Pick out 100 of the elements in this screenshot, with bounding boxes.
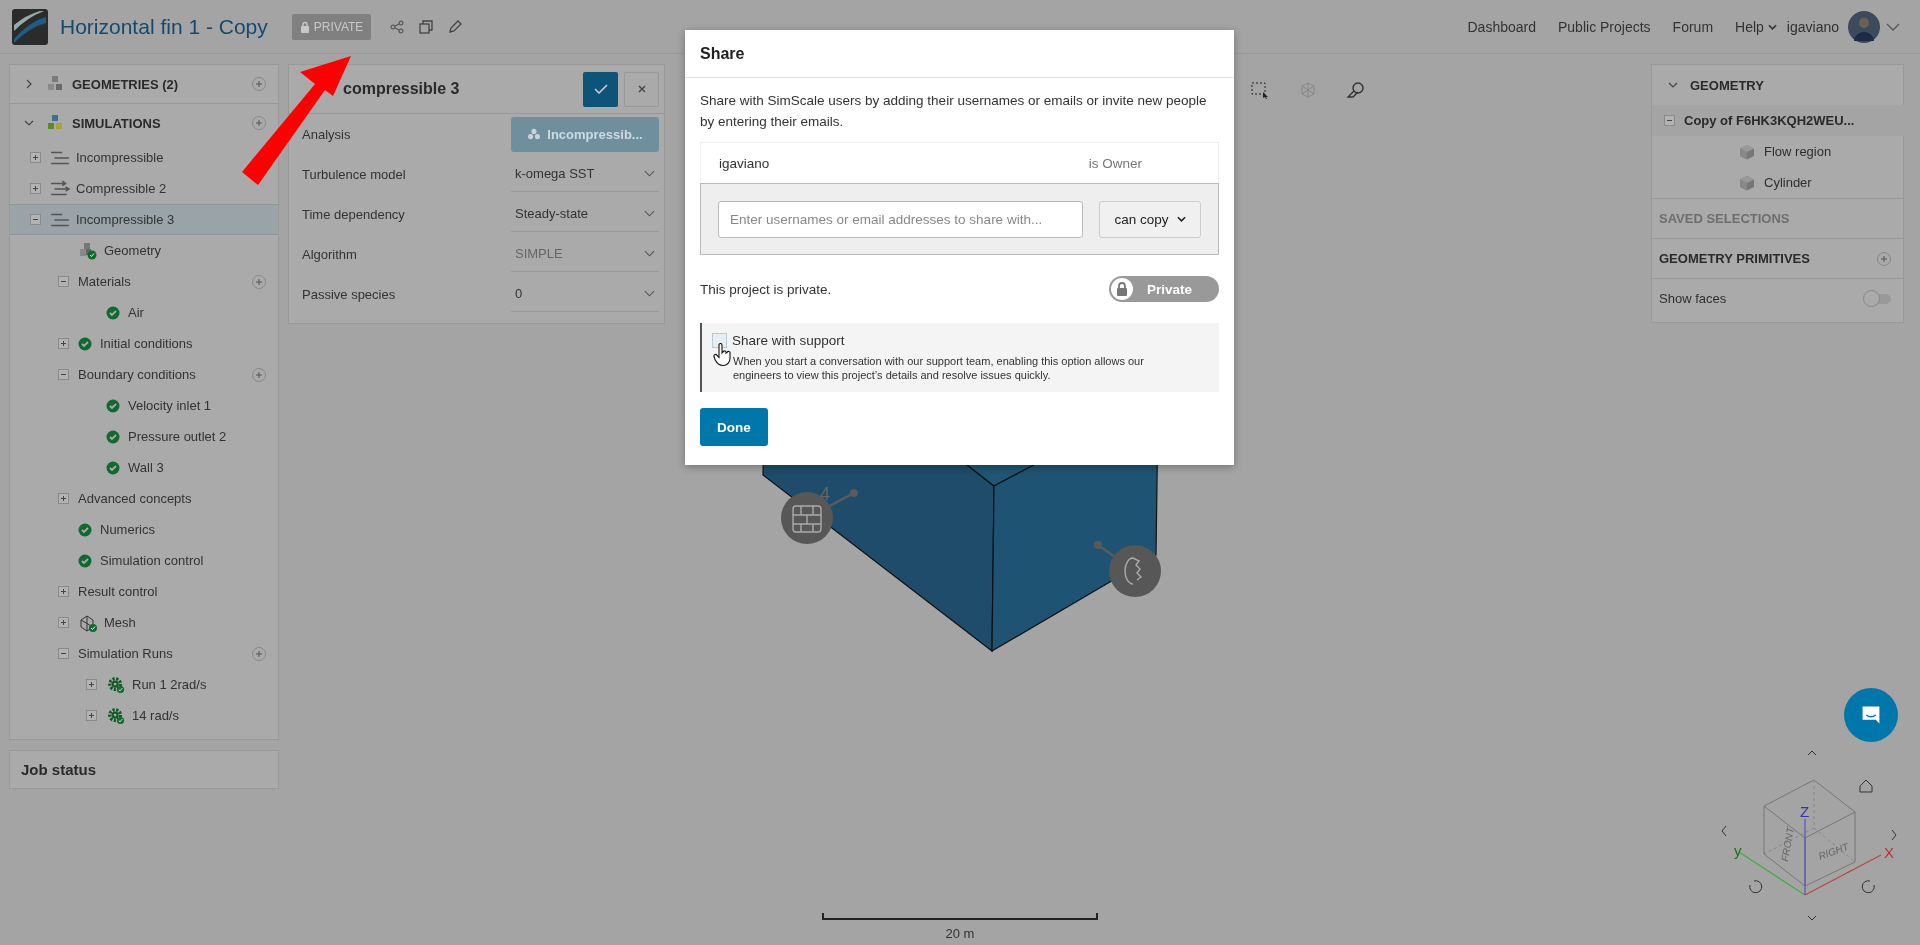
tree-item[interactable]: Pressure outlet 2 (128, 429, 227, 444)
tree-item[interactable]: 14 rad/s (132, 708, 179, 723)
caret-icon (644, 210, 655, 217)
tree-item[interactable]: Wall 3 (128, 460, 164, 475)
expand-icon[interactable] (58, 617, 69, 628)
tape-measure-icon[interactable] (1346, 80, 1366, 100)
collapse-icon[interactable] (24, 118, 34, 128)
tree-item[interactable]: Cylinder (1764, 175, 1812, 190)
visibility-toggle[interactable]: Private (1109, 276, 1219, 302)
circles-icon (527, 128, 542, 140)
support-description: When you start a conversation with our support team, enabling this option allows our engineers to view this project’s details and resolve issues quickly. (733, 354, 1145, 382)
up-icon[interactable] (1807, 750, 1817, 756)
collapse-icon[interactable] (1664, 115, 1675, 126)
tree-item[interactable]: Advanced concepts (78, 491, 192, 506)
field-label: Turbulence model (302, 166, 407, 182)
nav-link[interactable]: Dashboard (1467, 18, 1536, 35)
field-label: Analysis (302, 126, 352, 142)
collapse-icon[interactable] (30, 214, 41, 225)
arrows-icon (50, 179, 70, 198)
caret-icon (644, 250, 655, 257)
caret-icon[interactable] (1886, 22, 1900, 31)
collapse-icon[interactable] (58, 369, 69, 380)
expand-icon[interactable] (58, 586, 69, 597)
tree-item[interactable]: Velocity inlet 1 (128, 398, 212, 413)
tree-item[interactable]: Flow region (1764, 144, 1832, 159)
home-icon[interactable] (1859, 779, 1873, 793)
tree-item[interactable]: Run 1 2rad/s (132, 677, 207, 692)
panel-title: Job status (21, 761, 96, 778)
expand-icon[interactable] (24, 79, 34, 89)
caret-icon (1176, 216, 1186, 222)
cubes-icon (46, 114, 64, 132)
tree-item[interactable]: Incompressible (76, 150, 164, 165)
field-label: Algorithm (302, 246, 358, 262)
tree-item[interactable]: Boundary conditions (78, 367, 196, 382)
logo-icon[interactable] (12, 8, 48, 45)
copy-icon[interactable] (418, 18, 435, 35)
chat-button[interactable] (1844, 688, 1898, 742)
select-field[interactable]: Steady-state (511, 196, 659, 232)
tree-item[interactable]: Simulation control (100, 553, 204, 568)
collapse-icon[interactable] (58, 276, 69, 287)
select-field[interactable]: k-omega SST (511, 156, 659, 192)
lock-icon (1111, 278, 1133, 300)
avatar[interactable] (1848, 10, 1880, 43)
collapse-icon[interactable] (58, 648, 69, 659)
tree-item[interactable]: Compressible 2 (76, 181, 167, 196)
help-menu[interactable]: Help (1735, 18, 1777, 35)
face-label: RIGHT (1816, 840, 1850, 862)
tree-item[interactable]: Mesh (104, 615, 136, 630)
tree-item[interactable]: Simulation Runs (78, 646, 173, 661)
expand-icon[interactable] (86, 679, 97, 690)
expand-icon[interactable] (30, 152, 41, 163)
outlet-marker[interactable] (1094, 541, 1161, 597)
invite-field[interactable]: Enter usernames or email addresses to share with... (718, 200, 1083, 238)
expand-icon[interactable] (30, 183, 41, 194)
edit-icon[interactable] (447, 18, 464, 35)
user-name[interactable]: igaviano (1786, 18, 1839, 35)
expand-icon[interactable] (58, 338, 69, 349)
expand-icon[interactable] (58, 493, 69, 504)
toggle-label: Show faces (1659, 291, 1727, 306)
tree-item[interactable]: Numerics (100, 522, 155, 537)
checkbox-label[interactable]: Share with support (732, 333, 845, 348)
down-icon[interactable] (1807, 915, 1817, 921)
member-name: igaviano (719, 155, 770, 171)
confirm-button[interactable] (583, 71, 618, 107)
tree-item[interactable]: Air (128, 305, 144, 320)
tree-item[interactable]: Initial conditions (100, 336, 193, 351)
right-icon[interactable] (1891, 829, 1897, 841)
done-button[interactable]: Done (700, 408, 768, 446)
caret-icon (644, 170, 655, 177)
wall-marker[interactable] (781, 489, 858, 544)
rotate-right-icon[interactable] (1861, 880, 1875, 894)
check-icon (593, 84, 608, 94)
close-icon (636, 84, 647, 94)
nav-link[interactable]: Public Projects (1558, 18, 1651, 35)
left-icon[interactable] (1721, 825, 1727, 837)
private-badge: PRIVATE (291, 13, 372, 40)
axis-label: X (1884, 844, 1894, 861)
collapse-icon[interactable] (1668, 80, 1678, 90)
section-title[interactable]: GEOMETRY (1690, 77, 1764, 93)
tree-item[interactable]: Incompressible 3 (76, 212, 175, 227)
panel-title: compressible 3 (343, 80, 461, 98)
hand-cursor-icon (713, 343, 733, 367)
box-select-icon[interactable] (1250, 80, 1270, 100)
nav-link[interactable]: Forum (1672, 18, 1714, 35)
caret-icon (1767, 23, 1777, 30)
share-icon[interactable] (389, 18, 406, 35)
section-title[interactable]: SIMULATIONS (72, 115, 252, 131)
select-field[interactable]: 0 (511, 276, 659, 312)
expand-icon[interactable] (86, 710, 97, 721)
axis-label: y (1734, 842, 1742, 859)
project-title: Horizontal fin 1 - Copy (60, 14, 268, 39)
face-label: FRONT (1779, 826, 1796, 863)
section-title[interactable]: GEOMETRIES (2) (72, 76, 252, 92)
show-faces-toggle[interactable] (1865, 293, 1891, 304)
tree-item[interactable]: Materials (78, 274, 131, 289)
permission-dropdown[interactable]: can copy (1099, 200, 1201, 238)
section-title[interactable]: GEOMETRY PRIMITIVES (1659, 251, 1810, 266)
tree-item[interactable]: Result control (78, 584, 158, 599)
rotate-left-icon[interactable] (1749, 880, 1763, 894)
tree-item[interactable]: Geometry (104, 243, 162, 258)
